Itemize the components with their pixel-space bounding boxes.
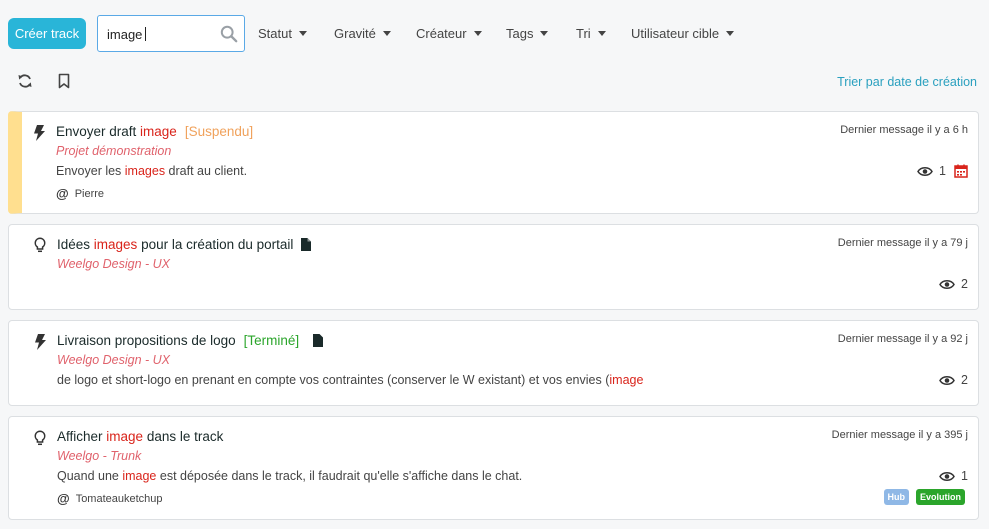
- bolt-icon: [35, 334, 46, 350]
- filter-gravite[interactable]: Gravité: [334, 26, 391, 41]
- status-label: [Terminé]: [243, 333, 300, 348]
- search-icon[interactable]: [220, 25, 238, 43]
- lightbulb-icon: [34, 237, 46, 253]
- track-description: de logo et short-logo en prenant en comp…: [57, 373, 644, 387]
- caret-down-icon: [382, 31, 391, 36]
- caret-down-icon: [597, 31, 606, 36]
- bookmark-icon[interactable]: [56, 73, 72, 89]
- filter-statut[interactable]: Statut: [258, 26, 307, 41]
- project-name[interactable]: Weelgo Design - UX: [57, 353, 170, 367]
- sort-by-creation-date-link[interactable]: Trier par date de création: [837, 75, 977, 89]
- tag-badge-hub[interactable]: Hub: [883, 489, 909, 505]
- lightbulb-icon: [34, 430, 46, 446]
- eye-icon: [939, 375, 955, 385]
- tag-badge-evolution[interactable]: Evolution: [916, 489, 965, 505]
- track-description: Envoyer les images draft au client.: [56, 164, 248, 178]
- view-count: 1: [939, 469, 968, 483]
- view-count: 2: [939, 373, 968, 387]
- track-card[interactable]: Idées images pour la création du portail…: [8, 224, 979, 310]
- track-card[interactable]: Afficher image dans le track Weelgo - Tr…: [8, 416, 979, 520]
- calendar-icon[interactable]: [954, 164, 968, 178]
- track-title[interactable]: Afficher image dans le track: [57, 429, 223, 444]
- project-name[interactable]: Weelgo - Trunk: [57, 449, 141, 463]
- search-input[interactable]: image: [97, 15, 245, 52]
- track-title[interactable]: Idées images pour la création du portail: [57, 237, 312, 252]
- filter-utilisateur-cible[interactable]: Utilisateur cible: [631, 26, 735, 41]
- caret-down-icon: [298, 31, 307, 36]
- track-title[interactable]: Envoyer draft image [Suspendu]: [56, 124, 253, 139]
- filter-tags[interactable]: Tags: [506, 26, 549, 41]
- last-message-time: Dernier message il y a 79 j: [837, 237, 968, 249]
- search-value: image: [107, 27, 143, 42]
- view-count: 2: [939, 277, 968, 291]
- create-track-button[interactable]: Créer track: [8, 18, 86, 49]
- last-message-time: Dernier message il y a 6 h: [840, 124, 968, 136]
- project-name[interactable]: Weelgo Design - UX: [57, 257, 170, 271]
- at-icon: @: [57, 491, 70, 506]
- document-icon: [313, 334, 324, 347]
- bolt-icon: [34, 125, 45, 141]
- author: @ Tomateauketchup: [57, 491, 163, 506]
- eye-icon: [939, 279, 955, 289]
- view-count: 1: [917, 164, 946, 178]
- refresh-icon[interactable]: [17, 73, 33, 89]
- at-icon: @: [56, 186, 69, 201]
- track-card[interactable]: Livraison propositions de logo [Terminé] …: [8, 320, 979, 406]
- project-name[interactable]: Projet démonstration: [56, 144, 171, 158]
- caret-down-icon: [540, 31, 549, 36]
- status-label: [Suspendu]: [184, 124, 254, 139]
- filter-tri[interactable]: Tri: [576, 26, 606, 41]
- eye-icon: [939, 471, 955, 481]
- author: @ Pierre: [56, 186, 105, 201]
- filter-createur[interactable]: Créateur: [416, 26, 482, 41]
- document-icon: [301, 238, 312, 251]
- eye-icon: [917, 166, 933, 176]
- caret-down-icon: [726, 31, 735, 36]
- last-message-time: Dernier message il y a 92 j: [837, 333, 968, 345]
- track-title[interactable]: Livraison propositions de logo [Terminé]: [57, 333, 324, 348]
- track-card[interactable]: Envoyer draft image [Suspendu] Projet dém…: [8, 111, 979, 214]
- toolbar: Créer track image Statut Gravité Créateu…: [0, 0, 989, 68]
- caret-down-icon: [473, 31, 482, 36]
- track-description: Quand une image est déposée dans le trac…: [57, 469, 523, 483]
- last-message-time: Dernier message il y a 395 j: [831, 429, 968, 441]
